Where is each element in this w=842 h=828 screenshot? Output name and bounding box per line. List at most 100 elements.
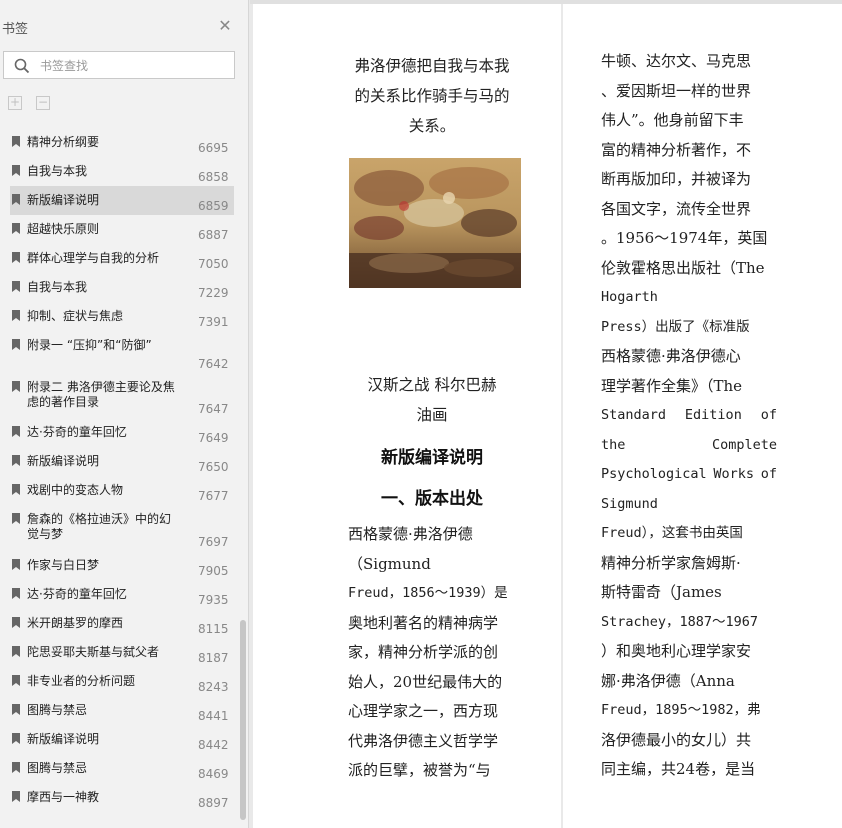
bookmark-page-number: 7677 xyxy=(198,489,229,503)
bookmark-item[interactable]: 自我与本我 7229 xyxy=(10,273,234,302)
text-line: 牛顿、达尔文、马克思 xyxy=(601,52,752,70)
bookmark-label: 附录一 “压抑”和“防御” xyxy=(27,338,152,352)
body-text-right: 牛顿、达尔文、马克思 、爱因斯坦一样的世界 伟人”。他身前留下丰 富的精神分析著作，不… xyxy=(601,47,777,785)
bookmark-item[interactable]: 陀思妥耶夫斯基与弑父者 8187 xyxy=(10,638,234,667)
bookmark-item[interactable]: 附录一 “压抑”和“防御” 7642 xyxy=(10,331,234,373)
text-line: 始人，20世纪最伟大的 xyxy=(348,672,503,691)
bookmark-item[interactable]: 精神分析纲要 6695 xyxy=(10,128,234,157)
caption-line: 弗洛伊德把自我与本我 xyxy=(354,57,510,75)
bookmark-page-number: 7391 xyxy=(198,315,229,329)
bookmark-icon xyxy=(12,281,20,292)
text-line: 心理学家之一，西方现 xyxy=(348,702,499,720)
bookmark-item[interactable]: 新版编译说明 6859 xyxy=(10,186,234,215)
bookmark-item[interactable]: 达·芬奇的童年回忆 7649 xyxy=(10,418,234,447)
text-line: 洛伊德最小的女儿）共 xyxy=(601,730,752,749)
text-line: 奥地利著名的精神病学 xyxy=(348,613,499,632)
text-line: 精神分析学家詹姆斯· xyxy=(601,553,741,572)
text-line: Psychological Works of xyxy=(601,466,777,482)
bookmark-icon xyxy=(12,223,20,234)
bookmark-page-number: 8897 xyxy=(198,796,229,810)
text-line: 断再版加印，并被译为 xyxy=(601,170,752,188)
bookmark-item[interactable]: 群体心理学与自我的分析 7050 xyxy=(10,244,234,273)
bookmark-icon xyxy=(12,426,20,437)
bookmark-item[interactable]: 达·芬奇的童年回忆 7935 xyxy=(10,580,234,609)
caption-line: 的关系比作骑手与马的 xyxy=(354,87,510,105)
bookmark-label: 自我与本我 xyxy=(27,164,88,178)
bookmark-item[interactable]: 非专业者的分析问题 8243 xyxy=(10,667,234,696)
bookmark-label: 抑制、症状与焦虑 xyxy=(27,309,124,323)
section-heading: 新版编译说明 xyxy=(381,448,483,468)
bookmark-icon xyxy=(12,484,20,495)
bookmark-icon xyxy=(12,588,20,599)
bookmark-item[interactable]: 詹森的《格拉迪沃》中的幻觉与梦 7697 xyxy=(10,505,234,551)
caption-line: 油画 xyxy=(416,406,448,424)
bookmark-item[interactable]: 摩西与一神教 8897 xyxy=(10,783,234,812)
bookmark-item[interactable]: 附录二 弗洛伊德主要论及焦虑的著作目录 7647 xyxy=(10,373,234,418)
scrollbar[interactable] xyxy=(240,620,246,820)
bookmark-label: 达·芬奇的童年回忆 xyxy=(27,425,127,439)
bookmark-label: 群体心理学与自我的分析 xyxy=(27,251,160,265)
bookmark-icon xyxy=(12,513,20,524)
bookmark-item[interactable]: 图腾与禁忌 8441 xyxy=(10,696,234,725)
text-line: 派的巨擘，被誉为“与 xyxy=(348,761,491,779)
caption-line: 汉斯之战 科尔巴赫 xyxy=(367,376,497,394)
text-line: 。1956～1974年，英国 xyxy=(601,229,768,247)
bookmark-item[interactable]: 米开朗基罗的摩西 8115 xyxy=(10,609,234,638)
bookmark-label: 自我与本我 xyxy=(27,280,88,294)
bookmark-page-number: 7650 xyxy=(198,460,229,474)
bookmark-page-number: 6887 xyxy=(198,228,229,242)
bookmark-page-number: 7647 xyxy=(198,402,229,416)
bookmark-icon xyxy=(12,339,20,350)
bookmark-label: 戏剧中的变态人物 xyxy=(27,483,124,497)
bookmark-icon xyxy=(12,704,20,715)
bookmark-item[interactable]: 超越快乐原则 6887 xyxy=(10,215,234,244)
sidebar-title: 书签 xyxy=(2,22,29,37)
caption-line: 关系。 xyxy=(408,117,456,135)
bookmark-item[interactable]: 抑制、症状与焦虑 7391 xyxy=(10,302,234,331)
text-line: 理学著作全集》（The xyxy=(601,376,743,395)
bookmark-item[interactable]: 新版编译说明 7650 xyxy=(10,447,234,476)
bookmark-page-number: 7050 xyxy=(198,257,229,271)
bookmark-sidebar: 书签 ✕ + − 精神分析纲要 6695 自我与本我 6858 新版编译说明 6859 超越… xyxy=(0,0,249,828)
bookmark-icon xyxy=(12,136,20,147)
text-line: 西格蒙德·弗洛伊德 xyxy=(348,525,473,543)
bookmark-page-number: 8442 xyxy=(198,738,229,752)
bookmark-label: 新版编译说明 xyxy=(27,193,100,207)
bookmark-item[interactable]: 戏剧中的变态人物 7677 xyxy=(10,476,234,505)
text-line: 斯特雷奇（James xyxy=(601,583,722,601)
bookmark-label: 图腾与禁忌 xyxy=(27,703,88,717)
bookmark-label: 超越快乐原则 xyxy=(27,222,100,236)
search-icon xyxy=(14,58,30,74)
bookmark-icon xyxy=(12,733,20,744)
bookmark-search[interactable] xyxy=(3,51,235,79)
text-line: 各国文字，流传全世界 xyxy=(601,199,752,218)
bookmark-item[interactable]: 作家与白日梦 7905 xyxy=(10,551,234,580)
bookmark-page-number: 7229 xyxy=(198,286,229,300)
text-line: ）和奥地利心理学家安 xyxy=(601,642,752,660)
text-line: 富的精神分析著作，不 xyxy=(601,140,752,159)
bookmark-page-number: 7905 xyxy=(198,564,229,578)
bookmark-item[interactable]: 图腾与禁忌 8469 xyxy=(10,754,234,783)
bookmark-page-number: 7697 xyxy=(198,535,229,549)
bookmark-label: 精神分析纲要 xyxy=(27,135,100,149)
text-line: 伟人”。他身前留下丰 xyxy=(601,111,744,129)
close-icon[interactable]: ✕ xyxy=(217,18,233,34)
bookmark-icon xyxy=(12,252,20,263)
text-line: Press）出版了《标准版 xyxy=(601,318,750,335)
expand-all-icon[interactable]: + xyxy=(8,96,22,110)
search-input[interactable] xyxy=(38,56,232,76)
text-line: Freud，1856～1939）是 xyxy=(348,585,508,601)
bookmark-label: 达·芬奇的童年回忆 xyxy=(27,587,127,601)
bookmark-label: 陀思妥耶夫斯基与弑父者 xyxy=(27,645,160,659)
bookmark-item[interactable]: 自我与本我 6858 xyxy=(10,157,234,186)
text-line: 家，精神分析学派的创 xyxy=(348,643,499,661)
bookmark-page-number: 7649 xyxy=(198,431,229,445)
bookmark-icon xyxy=(12,675,20,686)
bookmark-icon xyxy=(12,646,20,657)
text-line: 娜·弗洛伊德（Anna xyxy=(601,671,735,690)
bookmark-icon xyxy=(12,559,20,570)
bookmark-item[interactable]: 新版编译说明 8442 xyxy=(10,725,234,754)
bookmark-page-number: 7935 xyxy=(198,593,229,607)
collapse-all-icon[interactable]: − xyxy=(36,96,50,110)
text-line: Strachey，1887～1967 xyxy=(601,613,759,630)
